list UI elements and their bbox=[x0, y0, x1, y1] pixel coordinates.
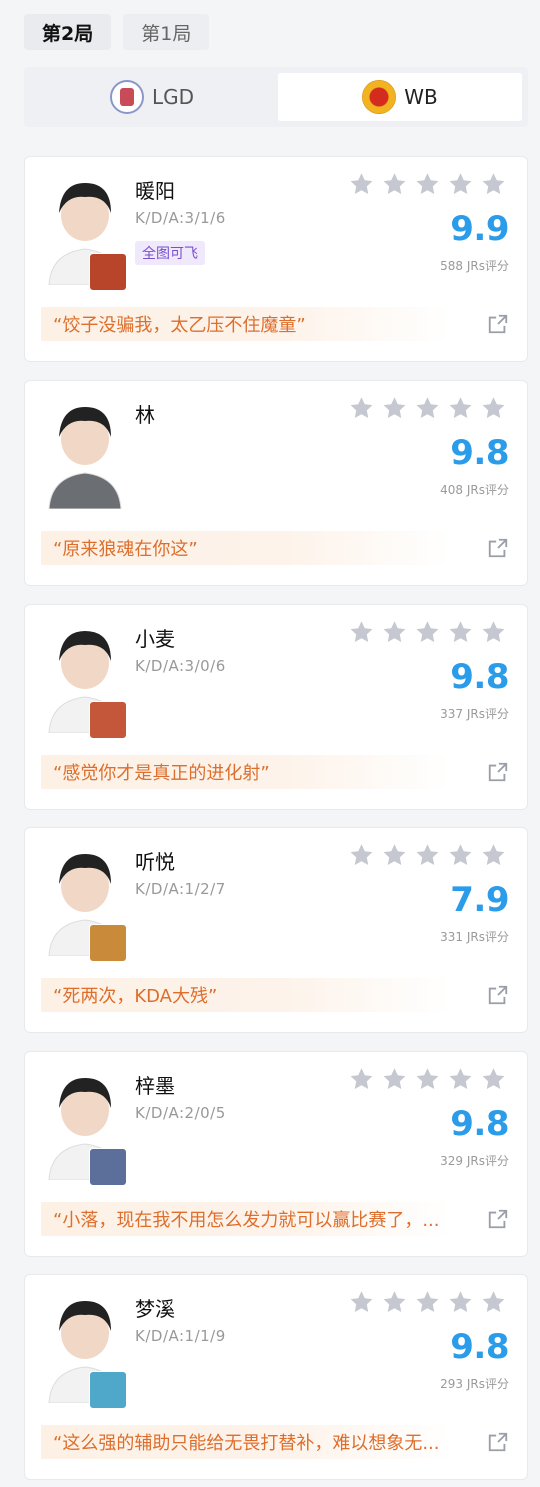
rating-count: 331 JRs评分 bbox=[440, 930, 509, 944]
share-icon[interactable] bbox=[487, 1208, 509, 1230]
hot-comment[interactable]: “感觉你才是真正的进化射” bbox=[41, 755, 451, 789]
star-icon[interactable] bbox=[348, 395, 375, 422]
star-icon[interactable] bbox=[447, 619, 474, 646]
rating-count: 293 JRs评分 bbox=[440, 1377, 509, 1391]
rating-count: 588 JRs评分 bbox=[440, 259, 509, 273]
star-icon[interactable] bbox=[480, 171, 507, 198]
kda-stats: K/D/A:1/2/7 bbox=[135, 880, 226, 898]
star-rating[interactable] bbox=[348, 842, 507, 869]
star-icon[interactable] bbox=[480, 1066, 507, 1093]
star-icon[interactable] bbox=[348, 171, 375, 198]
tab-game-1[interactable]: 第1局 bbox=[123, 14, 210, 50]
star-icon[interactable] bbox=[414, 1066, 441, 1093]
hot-comment[interactable]: “这么强的辅助只能给无畏打替补，难以想象无... bbox=[41, 1425, 451, 1459]
lgd-logo-icon bbox=[109, 80, 144, 114]
hot-comment[interactable]: “死两次，KDA大残” bbox=[41, 978, 451, 1012]
star-icon[interactable] bbox=[381, 1066, 408, 1093]
hero-icon bbox=[89, 1148, 127, 1186]
star-icon[interactable] bbox=[480, 842, 507, 869]
wb-logo-icon bbox=[362, 80, 397, 114]
star-rating[interactable] bbox=[348, 395, 507, 422]
star-icon[interactable] bbox=[381, 171, 408, 198]
star-icon[interactable] bbox=[381, 1289, 408, 1316]
player-score: 9.9 bbox=[450, 209, 509, 249]
star-icon[interactable] bbox=[414, 1289, 441, 1316]
star-icon[interactable] bbox=[447, 395, 474, 422]
share-icon[interactable] bbox=[487, 1431, 509, 1453]
kda-stats: K/D/A:1/1/9 bbox=[135, 1327, 226, 1345]
rating-count: 329 JRs评分 bbox=[440, 1154, 509, 1168]
star-icon[interactable] bbox=[480, 619, 507, 646]
team-tab-wb[interactable]: WB bbox=[278, 73, 522, 121]
star-icon[interactable] bbox=[447, 1289, 474, 1316]
player-name: 小麦 bbox=[135, 627, 175, 651]
star-rating[interactable] bbox=[348, 1066, 507, 1093]
team-label: WB bbox=[404, 85, 438, 109]
share-icon[interactable] bbox=[487, 313, 509, 335]
game-tabs: 第2局 第1局 bbox=[24, 14, 210, 50]
player-tag: 全图可飞 bbox=[135, 241, 205, 265]
star-icon[interactable] bbox=[348, 619, 375, 646]
player-score: 9.8 bbox=[450, 1104, 509, 1144]
kda-stats: K/D/A:3/0/6 bbox=[135, 657, 226, 675]
star-icon[interactable] bbox=[348, 1066, 375, 1093]
star-icon[interactable] bbox=[447, 1066, 474, 1093]
star-icon[interactable] bbox=[447, 842, 474, 869]
player-name: 暖阳 bbox=[135, 179, 175, 203]
star-icon[interactable] bbox=[447, 171, 474, 198]
player-avatar bbox=[43, 399, 127, 509]
player-name: 听悦 bbox=[135, 850, 175, 874]
share-icon[interactable] bbox=[487, 761, 509, 783]
player-card[interactable]: 暖阳 K/D/A:3/1/6 全图可飞 9.9 588 JRs评分 “饺子没骗我… bbox=[24, 156, 528, 362]
tab-game-2[interactable]: 第2局 bbox=[24, 14, 112, 50]
star-rating[interactable] bbox=[348, 619, 507, 646]
star-icon[interactable] bbox=[381, 395, 408, 422]
hero-icon bbox=[89, 701, 127, 739]
player-score: 9.8 bbox=[450, 1327, 509, 1367]
hot-comment[interactable]: “饺子没骗我，太乙压不住魔童” bbox=[41, 307, 451, 341]
player-card[interactable]: 林 9.8 408 JRs评分 “原来狼魂在你这” bbox=[24, 380, 528, 586]
star-icon[interactable] bbox=[480, 1289, 507, 1316]
team-label: LGD bbox=[151, 85, 195, 109]
hot-comment[interactable]: “原来狼魂在你这” bbox=[41, 531, 451, 565]
player-score: 9.8 bbox=[450, 433, 509, 473]
star-rating[interactable] bbox=[348, 171, 507, 198]
player-name: 林 bbox=[135, 403, 155, 427]
player-score: 9.8 bbox=[450, 657, 509, 697]
team-switch: LGD WB bbox=[24, 67, 528, 127]
hero-icon bbox=[89, 253, 127, 291]
star-icon[interactable] bbox=[348, 842, 375, 869]
kda-stats: K/D/A:2/0/5 bbox=[135, 1104, 226, 1122]
player-name: 梓墨 bbox=[135, 1074, 175, 1098]
star-rating[interactable] bbox=[348, 1289, 507, 1316]
star-icon[interactable] bbox=[348, 1289, 375, 1316]
share-icon[interactable] bbox=[487, 537, 509, 559]
hero-icon bbox=[89, 1371, 127, 1409]
player-card[interactable]: 小麦 K/D/A:3/0/6 9.8 337 JRs评分 “感觉你才是真正的进化… bbox=[24, 604, 528, 810]
star-icon[interactable] bbox=[414, 395, 441, 422]
star-icon[interactable] bbox=[414, 842, 441, 869]
player-card[interactable]: 听悦 K/D/A:1/2/7 7.9 331 JRs评分 “死两次，KDA大残” bbox=[24, 827, 528, 1033]
player-card[interactable]: 梦溪 K/D/A:1/1/9 9.8 293 JRs评分 “这么强的辅助只能给无… bbox=[24, 1274, 528, 1480]
hero-icon bbox=[89, 924, 127, 962]
team-tab-lgd[interactable]: LGD bbox=[30, 73, 274, 121]
kda-stats: K/D/A:3/1/6 bbox=[135, 209, 226, 227]
hot-comment[interactable]: “小落，现在我不用怎么发力就可以赢比赛了，... bbox=[41, 1202, 451, 1236]
star-icon[interactable] bbox=[414, 619, 441, 646]
star-icon[interactable] bbox=[381, 619, 408, 646]
star-icon[interactable] bbox=[381, 842, 408, 869]
player-score: 7.9 bbox=[450, 880, 509, 920]
player-card[interactable]: 梓墨 K/D/A:2/0/5 9.8 329 JRs评分 “小落，现在我不用怎么… bbox=[24, 1051, 528, 1257]
rating-count: 408 JRs评分 bbox=[440, 483, 509, 497]
star-icon[interactable] bbox=[480, 395, 507, 422]
star-icon[interactable] bbox=[414, 171, 441, 198]
rating-count: 337 JRs评分 bbox=[440, 707, 509, 721]
player-name: 梦溪 bbox=[135, 1297, 175, 1321]
share-icon[interactable] bbox=[487, 984, 509, 1006]
